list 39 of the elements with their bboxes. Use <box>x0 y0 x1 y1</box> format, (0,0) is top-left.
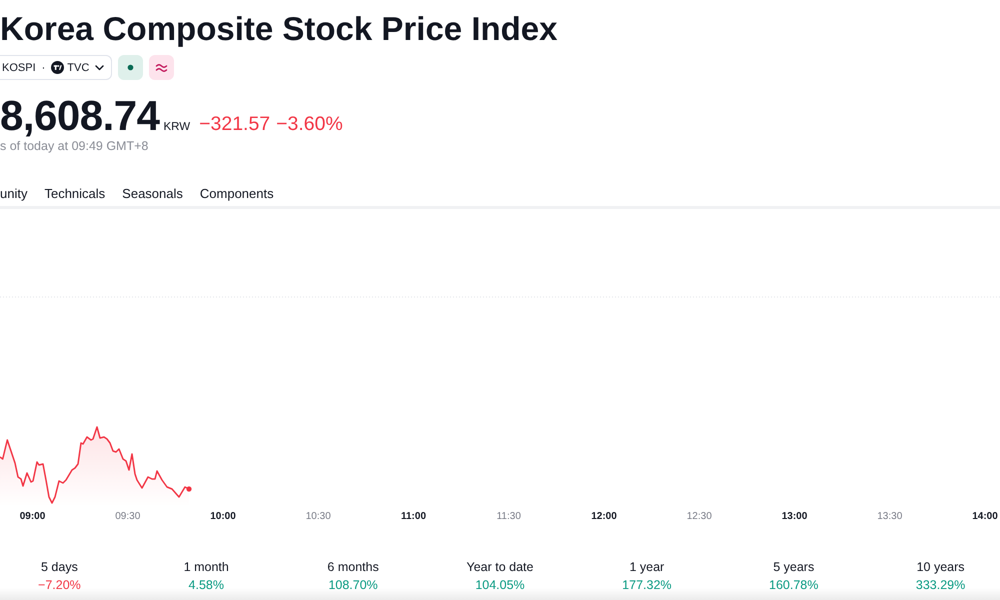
period-change: 104.05% <box>475 577 525 593</box>
period-label: 5 years <box>773 559 814 575</box>
time-axis-label: 12:30 <box>686 510 712 524</box>
period-label: 6 months <box>327 559 379 575</box>
time-axis-label: 10:00 <box>210 510 236 524</box>
period-label: 5 days <box>41 559 78 575</box>
period-label: 1 year <box>629 559 664 575</box>
percent-change: −3.60% <box>276 112 343 137</box>
period-label: 1 month <box>184 559 229 575</box>
period-label: 10 years <box>916 559 965 575</box>
chevron-down-icon <box>95 64 104 70</box>
time-axis-label: 09:00 <box>20 510 46 524</box>
time-axis-label: 12:00 <box>591 510 617 524</box>
price-value: 8,608.74 <box>0 94 160 138</box>
symbol-dropdown[interactable]: KOSPI · TVC <box>0 55 112 80</box>
time-axis-label: 14:00 <box>972 510 998 524</box>
section-tab[interactable]: unity <box>0 185 28 203</box>
page-title: Korea Composite Stock Price Index <box>0 10 558 48</box>
period-change: 177.32% <box>622 577 672 593</box>
currency-label: KRW <box>164 120 190 135</box>
time-axis-label: 11:30 <box>496 510 521 524</box>
period-change: 108.70% <box>328 577 378 593</box>
period-change: 160.78% <box>769 577 818 593</box>
section-tab[interactable]: Seasonals <box>122 185 183 203</box>
period-label: Year to date <box>466 559 534 575</box>
period-change: 333.29% <box>916 577 966 593</box>
section-tab[interactable]: Components <box>200 185 274 203</box>
price-change: −321.57 <box>199 112 270 137</box>
timestamp-text: s of today at 09:49 GMT+8 <box>0 138 148 154</box>
time-axis-label: 13:00 <box>782 510 808 524</box>
wave-icon <box>149 55 174 80</box>
round-logo-icon <box>51 61 64 74</box>
time-axis-label: 10:30 <box>306 510 331 524</box>
period-change: −7.20% <box>38 577 81 593</box>
period-change: 4.58% <box>188 577 224 593</box>
time-axis-label: 13:30 <box>877 510 902 524</box>
time-axis-label: 09:30 <box>115 510 140 524</box>
section-tab[interactable]: Technicals <box>44 185 106 203</box>
time-axis-label: 11:00 <box>400 510 426 524</box>
